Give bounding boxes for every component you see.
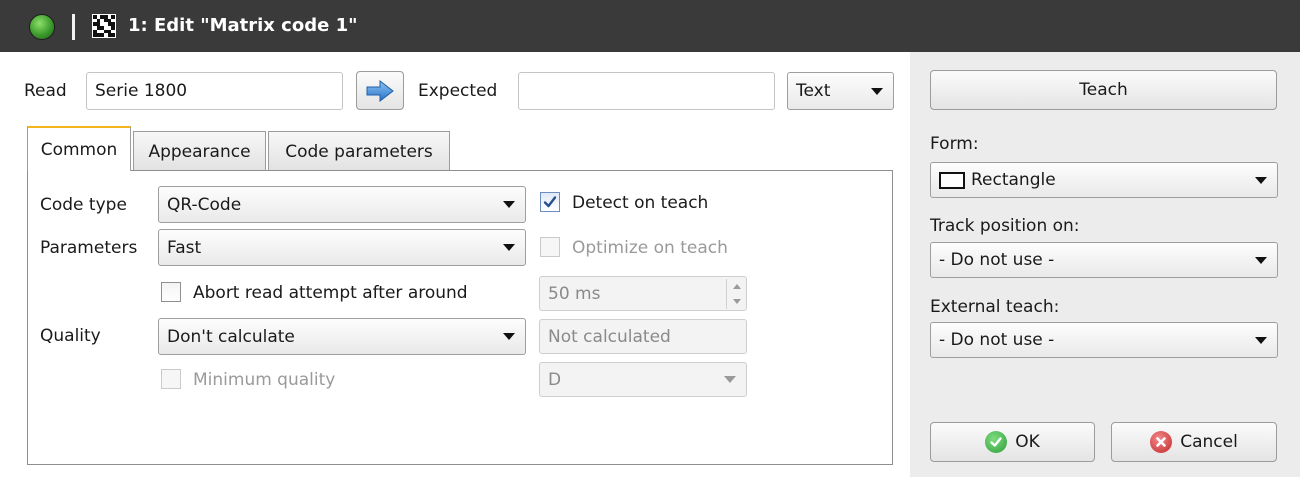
ok-button-label: OK xyxy=(1015,432,1040,452)
form-label: Form: xyxy=(930,134,979,154)
ok-check-icon xyxy=(985,431,1008,453)
arrow-right-icon xyxy=(366,79,394,102)
expected-label: Expected xyxy=(418,81,498,101)
quality-label: Quality xyxy=(40,326,101,346)
read-value-text: Serie 1800 xyxy=(95,81,188,101)
code-type-label: Code type xyxy=(40,195,127,215)
copy-to-expected-button[interactable] xyxy=(356,71,404,110)
tab-common[interactable]: Common xyxy=(27,126,131,171)
matrix-code-icon xyxy=(92,14,116,38)
abort-read-label: Abort read attempt after around xyxy=(193,283,468,303)
detect-on-teach-label: Detect on teach xyxy=(572,193,709,213)
minimum-quality-select[interactable]: D xyxy=(539,362,747,397)
chevron-down-icon xyxy=(1255,256,1267,264)
form-select[interactable]: Rectangle xyxy=(930,162,1278,198)
chevron-down-icon xyxy=(871,87,883,95)
chevron-down-icon xyxy=(1255,336,1267,344)
code-type-select[interactable]: QR-Code xyxy=(158,186,526,223)
external-teach-select[interactable]: - Do not use - xyxy=(930,322,1278,358)
cancel-button[interactable]: Cancel xyxy=(1111,422,1277,462)
parameters-label: Parameters xyxy=(40,238,138,258)
ok-button[interactable]: OK xyxy=(930,422,1095,462)
window-title: 1: Edit "Matrix code 1" xyxy=(128,15,358,36)
tab-code-parameters[interactable]: Code parameters xyxy=(268,131,450,171)
abort-time-spinner[interactable]: 50 ms xyxy=(539,276,747,311)
external-teach-label: External teach: xyxy=(930,297,1060,317)
cancel-button-label: Cancel xyxy=(1180,432,1238,452)
tab-appearance-label: Appearance xyxy=(148,141,251,162)
external-teach-value: - Do not use - xyxy=(939,330,1055,350)
read-value-field[interactable]: Serie 1800 xyxy=(86,72,343,110)
abort-time-value: 50 ms xyxy=(548,283,601,304)
spinner-arrows[interactable] xyxy=(726,278,746,309)
checkmark-icon xyxy=(543,196,557,208)
status-indicator-icon xyxy=(30,15,54,39)
track-position-select[interactable]: - Do not use - xyxy=(930,242,1278,278)
quality-select[interactable]: Don't calculate xyxy=(158,318,526,355)
optimize-on-teach-label: Optimize on teach xyxy=(572,238,728,258)
cancel-x-icon xyxy=(1150,431,1173,453)
parameters-select[interactable]: Fast xyxy=(158,229,526,266)
title-separator xyxy=(72,14,75,40)
spinner-up-icon[interactable] xyxy=(727,279,746,294)
minimum-quality-label: Minimum quality xyxy=(193,370,336,390)
form-value: Rectangle xyxy=(971,170,1056,190)
quality-result-field: Not calculated xyxy=(539,319,747,354)
chevron-down-icon xyxy=(1255,176,1267,184)
quality-value: Don't calculate xyxy=(167,326,295,347)
expected-format-value: Text xyxy=(796,81,831,101)
chevron-down-icon xyxy=(724,376,736,383)
expected-format-select[interactable]: Text xyxy=(787,72,894,110)
tab-common-label: Common xyxy=(40,139,118,160)
abort-read-checkbox[interactable] xyxy=(161,282,181,302)
track-position-value: - Do not use - xyxy=(939,250,1055,270)
spinner-down-icon[interactable] xyxy=(727,294,746,309)
detect-on-teach-checkbox[interactable] xyxy=(540,192,560,212)
optimize-on-teach-checkbox[interactable] xyxy=(540,237,560,257)
chevron-down-icon xyxy=(503,201,515,208)
tab-code-parameters-label: Code parameters xyxy=(285,141,433,162)
track-position-label: Track position on: xyxy=(930,216,1080,236)
parameters-value: Fast xyxy=(167,237,202,258)
expected-value-field[interactable] xyxy=(518,72,775,110)
quality-result-text: Not calculated xyxy=(548,326,671,347)
minimum-quality-checkbox[interactable] xyxy=(161,369,181,389)
chevron-down-icon xyxy=(503,333,515,340)
teach-button[interactable]: Teach xyxy=(930,70,1277,110)
teach-button-label: Teach xyxy=(1079,80,1128,100)
chevron-down-icon xyxy=(503,244,515,251)
rectangle-icon xyxy=(939,171,965,189)
minimum-quality-value: D xyxy=(548,369,562,390)
tab-appearance[interactable]: Appearance xyxy=(133,131,266,171)
read-label: Read xyxy=(24,81,67,101)
code-type-value: QR-Code xyxy=(167,194,242,215)
